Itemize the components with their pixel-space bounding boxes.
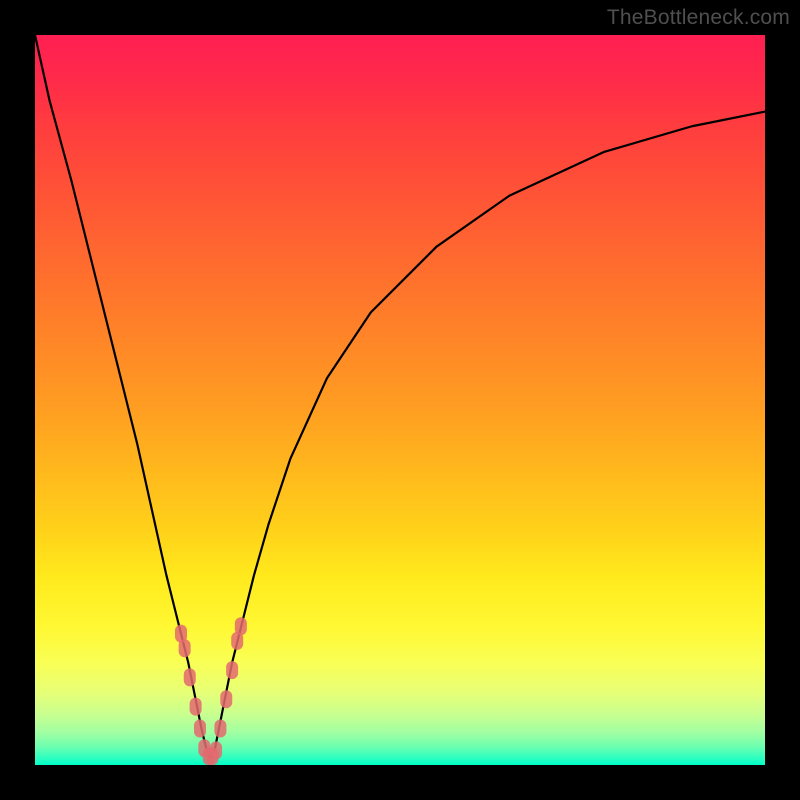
marker-point	[184, 668, 196, 686]
marker-point	[210, 741, 222, 759]
marker-point	[194, 720, 206, 738]
watermark-text: TheBottleneck.com	[607, 6, 790, 30]
chart-frame: TheBottleneck.com	[0, 0, 800, 800]
marker-point	[214, 720, 226, 738]
marker-points-group	[175, 617, 247, 765]
marker-point	[235, 617, 247, 635]
marker-point	[226, 661, 238, 679]
chart-svg	[35, 35, 765, 765]
plot-area	[35, 35, 765, 765]
marker-point	[190, 698, 202, 716]
bottleneck-curve	[35, 35, 765, 758]
marker-point	[179, 639, 191, 657]
marker-point	[220, 690, 232, 708]
